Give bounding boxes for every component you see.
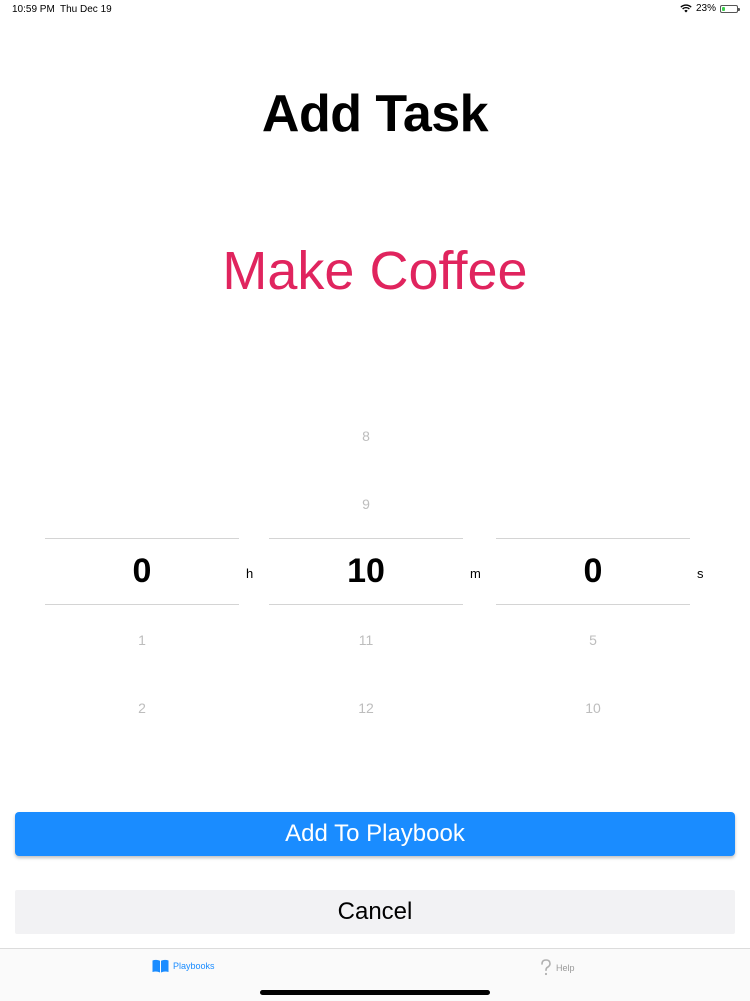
home-indicator — [260, 990, 490, 995]
minutes-wheel[interactable]: 8 9 10 11 12 — [269, 400, 463, 740]
picker-option[interactable]: 8 — [269, 428, 463, 444]
question-icon — [541, 959, 551, 976]
wifi-icon — [680, 4, 692, 13]
picker-option[interactable]: 2 — [45, 700, 239, 716]
selection-divider — [45, 604, 239, 605]
picker-option[interactable]: 5 — [496, 632, 690, 648]
book-icon — [152, 959, 169, 973]
picker-option[interactable]: 9 — [269, 496, 463, 512]
minutes-selected-value[interactable]: 10 — [269, 552, 463, 591]
task-name[interactable]: Make Coffee — [0, 240, 750, 302]
picker-option[interactable]: 1 — [45, 632, 239, 648]
status-time: 10:59 PM — [12, 4, 55, 15]
status-bar: 10:59 PM Thu Dec 19 23% — [0, 0, 750, 18]
selection-divider — [269, 604, 463, 605]
seconds-wheel[interactable]: 0 5 10 — [496, 400, 690, 740]
duration-picker[interactable]: 0 1 2 h 8 9 10 11 12 m 0 5 10 s — [0, 400, 750, 760]
battery-percent: 23% — [695, 3, 716, 14]
minutes-unit-label: m — [470, 566, 481, 581]
selection-divider — [496, 604, 690, 605]
tab-playbooks[interactable]: Playbooks — [152, 959, 215, 973]
selection-divider — [45, 538, 239, 539]
hours-selected-value[interactable]: 0 — [45, 552, 239, 591]
hours-wheel[interactable]: 0 1 2 — [45, 400, 239, 740]
picker-option[interactable]: 11 — [269, 632, 463, 648]
add-to-playbook-button[interactable]: Add To Playbook — [15, 812, 735, 856]
selection-divider — [269, 538, 463, 539]
selection-divider — [496, 538, 690, 539]
status-date: Thu Dec 19 — [60, 4, 112, 15]
picker-option[interactable]: 12 — [269, 700, 463, 716]
hours-unit-label: h — [246, 566, 254, 581]
status-indicators: 23% — [680, 3, 740, 14]
seconds-unit-label: s — [697, 566, 704, 581]
tab-help[interactable]: Help — [540, 959, 575, 976]
battery-icon — [720, 4, 740, 13]
battery-level — [722, 6, 725, 11]
seconds-selected-value[interactable]: 0 — [496, 552, 690, 591]
page-title: Add Task — [261, 85, 489, 143]
tab-label: Help — [556, 962, 575, 973]
tab-label: Playbooks — [173, 961, 215, 971]
picker-option[interactable]: 10 — [496, 700, 690, 716]
cancel-button[interactable]: Cancel — [15, 890, 735, 934]
